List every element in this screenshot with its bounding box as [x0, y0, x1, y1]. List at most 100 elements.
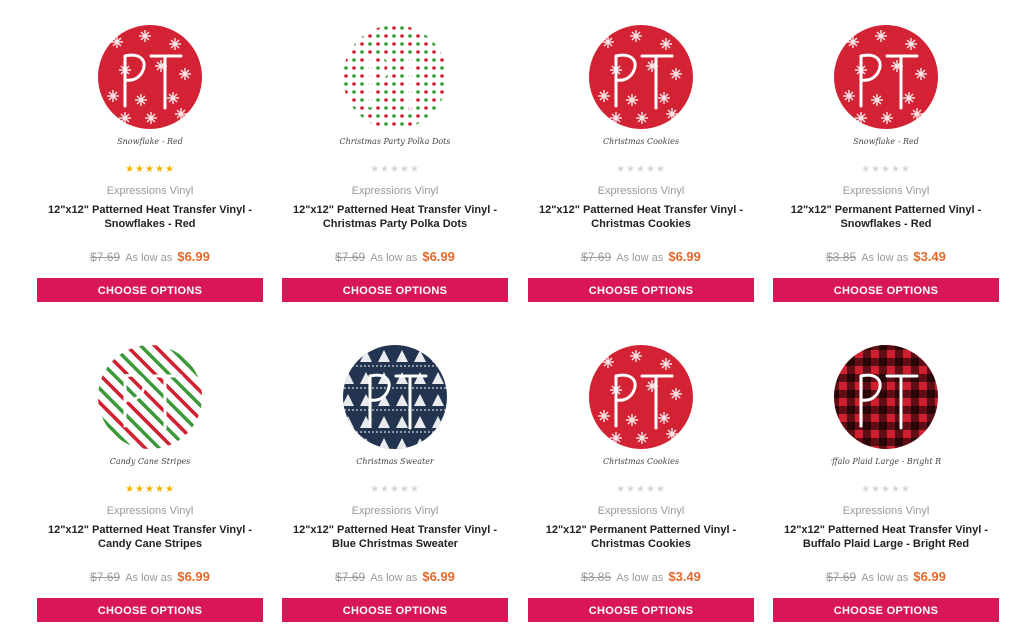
product-title-line2[interactable]: Christmas Party Polka Dots: [282, 217, 508, 231]
product-title[interactable]: 12"x12" Patterned Heat Transfer Vinyl - …: [37, 523, 263, 551]
choose-options-button[interactable]: CHOOSE OPTIONS: [37, 598, 263, 622]
star-icon: ★: [890, 484, 901, 495]
sale-price: $6.99: [913, 569, 946, 584]
original-price: $3.85: [826, 250, 857, 264]
star-icon: ★: [145, 164, 155, 175]
sale-price: $6.99: [177, 249, 210, 264]
star-icon: ★: [861, 164, 872, 175]
choose-options-button[interactable]: CHOOSE OPTIONS: [528, 278, 754, 302]
rating-stars: ★★★★★: [282, 484, 508, 496]
star-icon: ★: [370, 164, 381, 175]
product-title[interactable]: 12"x12" Permanent Patterned Vinyl - Chri…: [528, 523, 754, 551]
product-title-line1[interactable]: 12"x12" Patterned Heat Transfer Vinyl -: [773, 523, 999, 537]
product-image[interactable]: Christmas Sweater: [340, 342, 450, 468]
product-title[interactable]: 12"x12" Permanent Patterned Vinyl - Snow…: [773, 203, 999, 231]
product-title-line2[interactable]: Candy Cane Stripes: [37, 537, 263, 551]
product-title-line2[interactable]: Christmas Cookies: [528, 537, 754, 551]
sale-price: $3.49: [668, 569, 701, 584]
product-card: Christmas Party Polka Dots ★★★★★ Express…: [282, 22, 508, 312]
star-icon: ★: [380, 164, 391, 175]
product-image[interactable]: Snowflake - Red: [831, 22, 941, 148]
star-icon: ★: [154, 164, 165, 175]
product-brand[interactable]: Expressions Vinyl: [282, 505, 508, 517]
product-brand[interactable]: Expressions Vinyl: [37, 505, 263, 517]
product-title-line2[interactable]: Blue Christmas Sweater: [282, 537, 508, 551]
choose-options-button[interactable]: CHOOSE OPTIONS: [773, 278, 999, 302]
product-title-line1[interactable]: 12"x12" Patterned Heat Transfer Vinyl -: [37, 523, 263, 537]
product-image[interactable]: Christmas Cookies: [586, 22, 696, 148]
product-title-line2[interactable]: Snowflakes - Red: [773, 217, 999, 231]
sale-price: $3.49: [913, 249, 946, 264]
image-caption: Snowflake - Red: [117, 137, 183, 146]
product-brand[interactable]: Expressions Vinyl: [773, 185, 999, 197]
sale-price: $6.99: [177, 569, 210, 584]
star-icon: ★: [409, 484, 420, 495]
choose-options-button[interactable]: CHOOSE OPTIONS: [773, 598, 999, 622]
rating-stars: ★★★★★: [773, 164, 999, 176]
product-title-line2[interactable]: Snowflakes - Red: [37, 217, 263, 231]
product-card: Snowflake - Red ★★★★★ Expressions Vinyl …: [37, 22, 263, 312]
star-icon: ★: [399, 164, 410, 175]
star-icon: ★: [154, 484, 165, 495]
star-icon: ★: [655, 164, 666, 175]
product-image[interactable]: Christmas Cookies: [586, 342, 696, 468]
product-brand[interactable]: Expressions Vinyl: [773, 505, 999, 517]
star-icon: ★: [164, 164, 175, 175]
product-brand[interactable]: Expressions Vinyl: [528, 505, 754, 517]
as-low-as-label: As low as: [125, 572, 173, 584]
product-price: $7.69 As low as $6.99: [773, 569, 999, 584]
sale-price: $6.99: [422, 569, 455, 584]
rating-stars: ★★★★★: [773, 484, 999, 496]
product-title-line1[interactable]: 12"x12" Permanent Patterned Vinyl -: [528, 523, 754, 537]
product-title-line2[interactable]: Christmas Cookies: [528, 217, 754, 231]
product-title-line1[interactable]: 12"x12" Permanent Patterned Vinyl -: [773, 203, 999, 217]
star-icon: ★: [626, 484, 637, 495]
image-caption: Christmas Party Polka Dots: [340, 137, 450, 146]
star-icon: ★: [616, 164, 627, 175]
star-icon: ★: [164, 484, 175, 495]
original-price: $7.69: [90, 570, 121, 584]
as-low-as-label: As low as: [370, 252, 418, 264]
product-brand[interactable]: Expressions Vinyl: [37, 185, 263, 197]
product-image[interactable]: Candy Cane Stripes: [95, 342, 205, 468]
star-icon: ★: [881, 164, 891, 175]
star-icon: ★: [881, 484, 891, 495]
product-brand[interactable]: Expressions Vinyl: [282, 185, 508, 197]
product-title[interactable]: 12"x12" Patterned Heat Transfer Vinyl - …: [282, 523, 508, 551]
product-title-line1[interactable]: 12"x12" Patterned Heat Transfer Vinyl -: [282, 203, 508, 217]
star-icon: ★: [900, 164, 911, 175]
choose-options-button[interactable]: CHOOSE OPTIONS: [528, 598, 754, 622]
product-card: Christmas Sweater ★★★★★ Expressions Viny…: [282, 342, 508, 632]
product-title[interactable]: 12"x12" Patterned Heat Transfer Vinyl - …: [37, 203, 263, 231]
product-price: $3.85 As low as $3.49: [528, 569, 754, 584]
image-caption: Buffalo Plaid Large - Bright Red: [831, 457, 941, 466]
star-icon: ★: [380, 484, 391, 495]
as-low-as-label: As low as: [861, 252, 909, 264]
star-icon: ★: [890, 164, 901, 175]
product-image[interactable]: Christmas Party Polka Dots: [340, 22, 450, 148]
star-icon: ★: [871, 484, 882, 495]
product-card: Candy Cane Stripes ★★★★★ Expressions Vin…: [37, 342, 263, 632]
product-card: Snowflake - Red ★★★★★ Expressions Vinyl …: [773, 22, 999, 312]
star-icon: ★: [900, 484, 911, 495]
image-caption: Christmas Cookies: [603, 137, 679, 146]
product-title[interactable]: 12"x12" Patterned Heat Transfer Vinyl - …: [528, 203, 754, 231]
product-title-line1[interactable]: 12"x12" Patterned Heat Transfer Vinyl -: [528, 203, 754, 217]
choose-options-button[interactable]: CHOOSE OPTIONS: [282, 598, 508, 622]
product-image[interactable]: Buffalo Plaid Large - Bright Red: [831, 342, 941, 468]
product-brand[interactable]: Expressions Vinyl: [528, 185, 754, 197]
product-title[interactable]: 12"x12" Patterned Heat Transfer Vinyl - …: [773, 523, 999, 551]
product-title[interactable]: 12"x12" Patterned Heat Transfer Vinyl - …: [282, 203, 508, 231]
product-title-line2[interactable]: Buffalo Plaid Large - Bright Red: [773, 537, 999, 551]
choose-options-button[interactable]: CHOOSE OPTIONS: [282, 278, 508, 302]
choose-options-button[interactable]: CHOOSE OPTIONS: [37, 278, 263, 302]
product-title-line1[interactable]: 12"x12" Patterned Heat Transfer Vinyl -: [37, 203, 263, 217]
star-icon: ★: [135, 484, 146, 495]
product-card: Buffalo Plaid Large - Bright Red ★★★★★ E…: [773, 342, 999, 632]
product-image[interactable]: Snowflake - Red: [95, 22, 205, 148]
star-icon: ★: [409, 164, 420, 175]
star-icon: ★: [645, 484, 656, 495]
product-price: $7.69 As low as $6.99: [37, 249, 263, 264]
product-title-line1[interactable]: 12"x12" Patterned Heat Transfer Vinyl -: [282, 523, 508, 537]
image-caption: Snowflake - Red: [853, 137, 919, 146]
